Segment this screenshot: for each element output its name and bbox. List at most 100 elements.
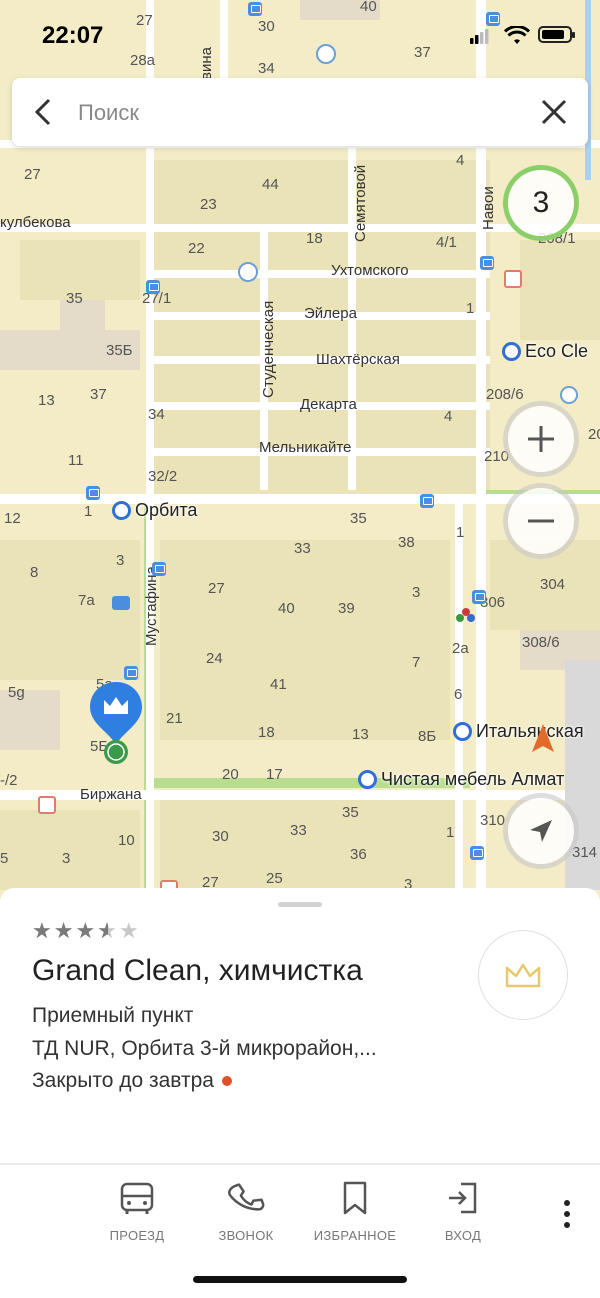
poi-label: Eco Cle [525, 341, 589, 361]
back-button[interactable] [28, 96, 60, 128]
street-label-kulbekova: кулбекова [0, 214, 71, 231]
bus-stop-icon[interactable] [152, 562, 166, 576]
clear-search-button[interactable] [538, 96, 570, 128]
house-number: 40 [278, 600, 295, 617]
house-number: 33 [290, 822, 307, 839]
house-number: 18 [306, 230, 323, 247]
house-number: 33 [294, 540, 311, 557]
house-number: 35 [350, 510, 367, 527]
poi-marker-icon [112, 501, 131, 520]
place-address[interactable]: ТД NUR, Орбита 3-й микрорайон,... [32, 1037, 377, 1061]
bookmark-icon [343, 1181, 367, 1215]
house-number: 11 [68, 452, 84, 469]
pharmacy-icon[interactable] [504, 270, 522, 288]
location-arrow-icon [530, 820, 552, 842]
more-button[interactable] [552, 1194, 582, 1234]
wifi-icon [504, 26, 530, 44]
house-number: 25 [266, 870, 283, 887]
house-number: 20 [588, 426, 600, 443]
house-number: 12 [4, 510, 21, 527]
house-number: 21 [166, 710, 183, 727]
house-number: 1 [446, 824, 455, 841]
divider [0, 1163, 600, 1165]
poi-italyanskaya[interactable]: Итальянская [453, 721, 584, 742]
close-icon [541, 99, 567, 125]
bus-stop-icon[interactable] [86, 486, 100, 500]
search-input[interactable] [76, 96, 520, 130]
house-number: 17 [266, 766, 283, 783]
mail-icon[interactable] [112, 596, 130, 610]
house-number: 24 [206, 650, 223, 667]
house-number: 13 [38, 392, 55, 409]
bus-stop-icon[interactable] [472, 590, 486, 604]
bus-stop-icon[interactable] [146, 280, 160, 294]
poi-chistaya-mebel[interactable]: Чистая мебель Алмат [358, 769, 564, 790]
bus-stop-icon[interactable] [420, 494, 434, 508]
pharmacy-icon[interactable] [38, 796, 56, 814]
house-number: 34 [148, 406, 165, 423]
place-hours: Закрыто до завтра [32, 1069, 232, 1093]
drag-handle[interactable] [278, 902, 322, 907]
selected-place-pin[interactable] [88, 680, 144, 766]
education-icon[interactable] [560, 386, 578, 404]
house-number: 208/6 [486, 386, 524, 403]
poi-orbita[interactable]: Орбита [112, 500, 197, 521]
education-icon[interactable] [238, 262, 258, 282]
street-label-shakhterskaya: Шахтёрская [316, 351, 400, 368]
bus-stop-icon[interactable] [470, 846, 484, 860]
poi-eco-clean[interactable]: Eco Cle [502, 341, 588, 362]
house-number: 1 [466, 300, 475, 317]
route-button[interactable]: ПРОЕЗД [87, 1178, 187, 1243]
compass-icon[interactable] [530, 722, 556, 754]
house-number: 27 [24, 166, 41, 183]
shop-cluster-icon[interactable] [456, 608, 476, 626]
login-button[interactable]: ВХОД [413, 1178, 513, 1243]
house-number: 38 [398, 534, 415, 551]
house-number: 4 [444, 408, 453, 425]
bus-stop-icon[interactable] [124, 666, 138, 680]
clock: 22:07 [42, 22, 104, 49]
house-number: 32/2 [148, 468, 178, 485]
place-category: Приемный пункт [32, 1004, 194, 1027]
house-number: 6 [454, 686, 463, 703]
house-number: 4 [456, 152, 465, 169]
route-label: ПРОЕЗД [109, 1228, 165, 1243]
login-label: ВХОД [444, 1228, 482, 1243]
crown-icon [505, 963, 541, 988]
street-label-navoi: Навои [480, 186, 497, 230]
house-number: 2a [452, 640, 469, 657]
zoom-in-button[interactable] [508, 406, 574, 472]
zoom-out-button[interactable] [508, 488, 574, 554]
house-number: 7a [78, 592, 95, 609]
house-number: 22 [188, 240, 205, 257]
hours-text: Закрыто до завтра [32, 1069, 214, 1092]
house-number: 310 [480, 812, 506, 829]
house-number: 35 [342, 804, 359, 821]
house-number: 41 [270, 676, 287, 693]
street-label-melnikaite: Мельникайте [259, 439, 352, 456]
cluster-count-badge[interactable]: 3 [508, 170, 574, 236]
call-button[interactable]: ЗВОНОК [196, 1178, 296, 1243]
house-number: 4/1 [436, 234, 457, 251]
home-indicator [193, 1276, 407, 1283]
house-number: 8Б [418, 728, 437, 745]
premium-badge[interactable] [478, 930, 568, 1020]
street-label-ukhtomskogo: Ухтомского [331, 262, 409, 279]
house-number: 10 [118, 832, 135, 849]
rating-stars: ★★★★★ ★★★★★ [32, 918, 141, 944]
my-location-button[interactable] [508, 798, 574, 864]
favorite-button[interactable]: ИЗБРАННОЕ [305, 1178, 405, 1243]
house-number: 39 [338, 600, 355, 617]
house-number: 7 [412, 654, 421, 671]
street-label-eilera: Эйлера [304, 305, 357, 322]
poi-marker-icon [502, 342, 521, 361]
phone-icon [228, 1183, 265, 1211]
house-number: 8 [30, 564, 39, 581]
login-icon [449, 1182, 477, 1214]
house-number: 18 [258, 724, 275, 741]
house-number: 210 [484, 448, 510, 465]
house-number: 308/6 [522, 634, 560, 651]
street-label-dekarta: Декарта [300, 396, 357, 413]
place-title: Grand Clean, химчистка [32, 954, 363, 987]
bus-stop-icon[interactable] [480, 256, 494, 270]
